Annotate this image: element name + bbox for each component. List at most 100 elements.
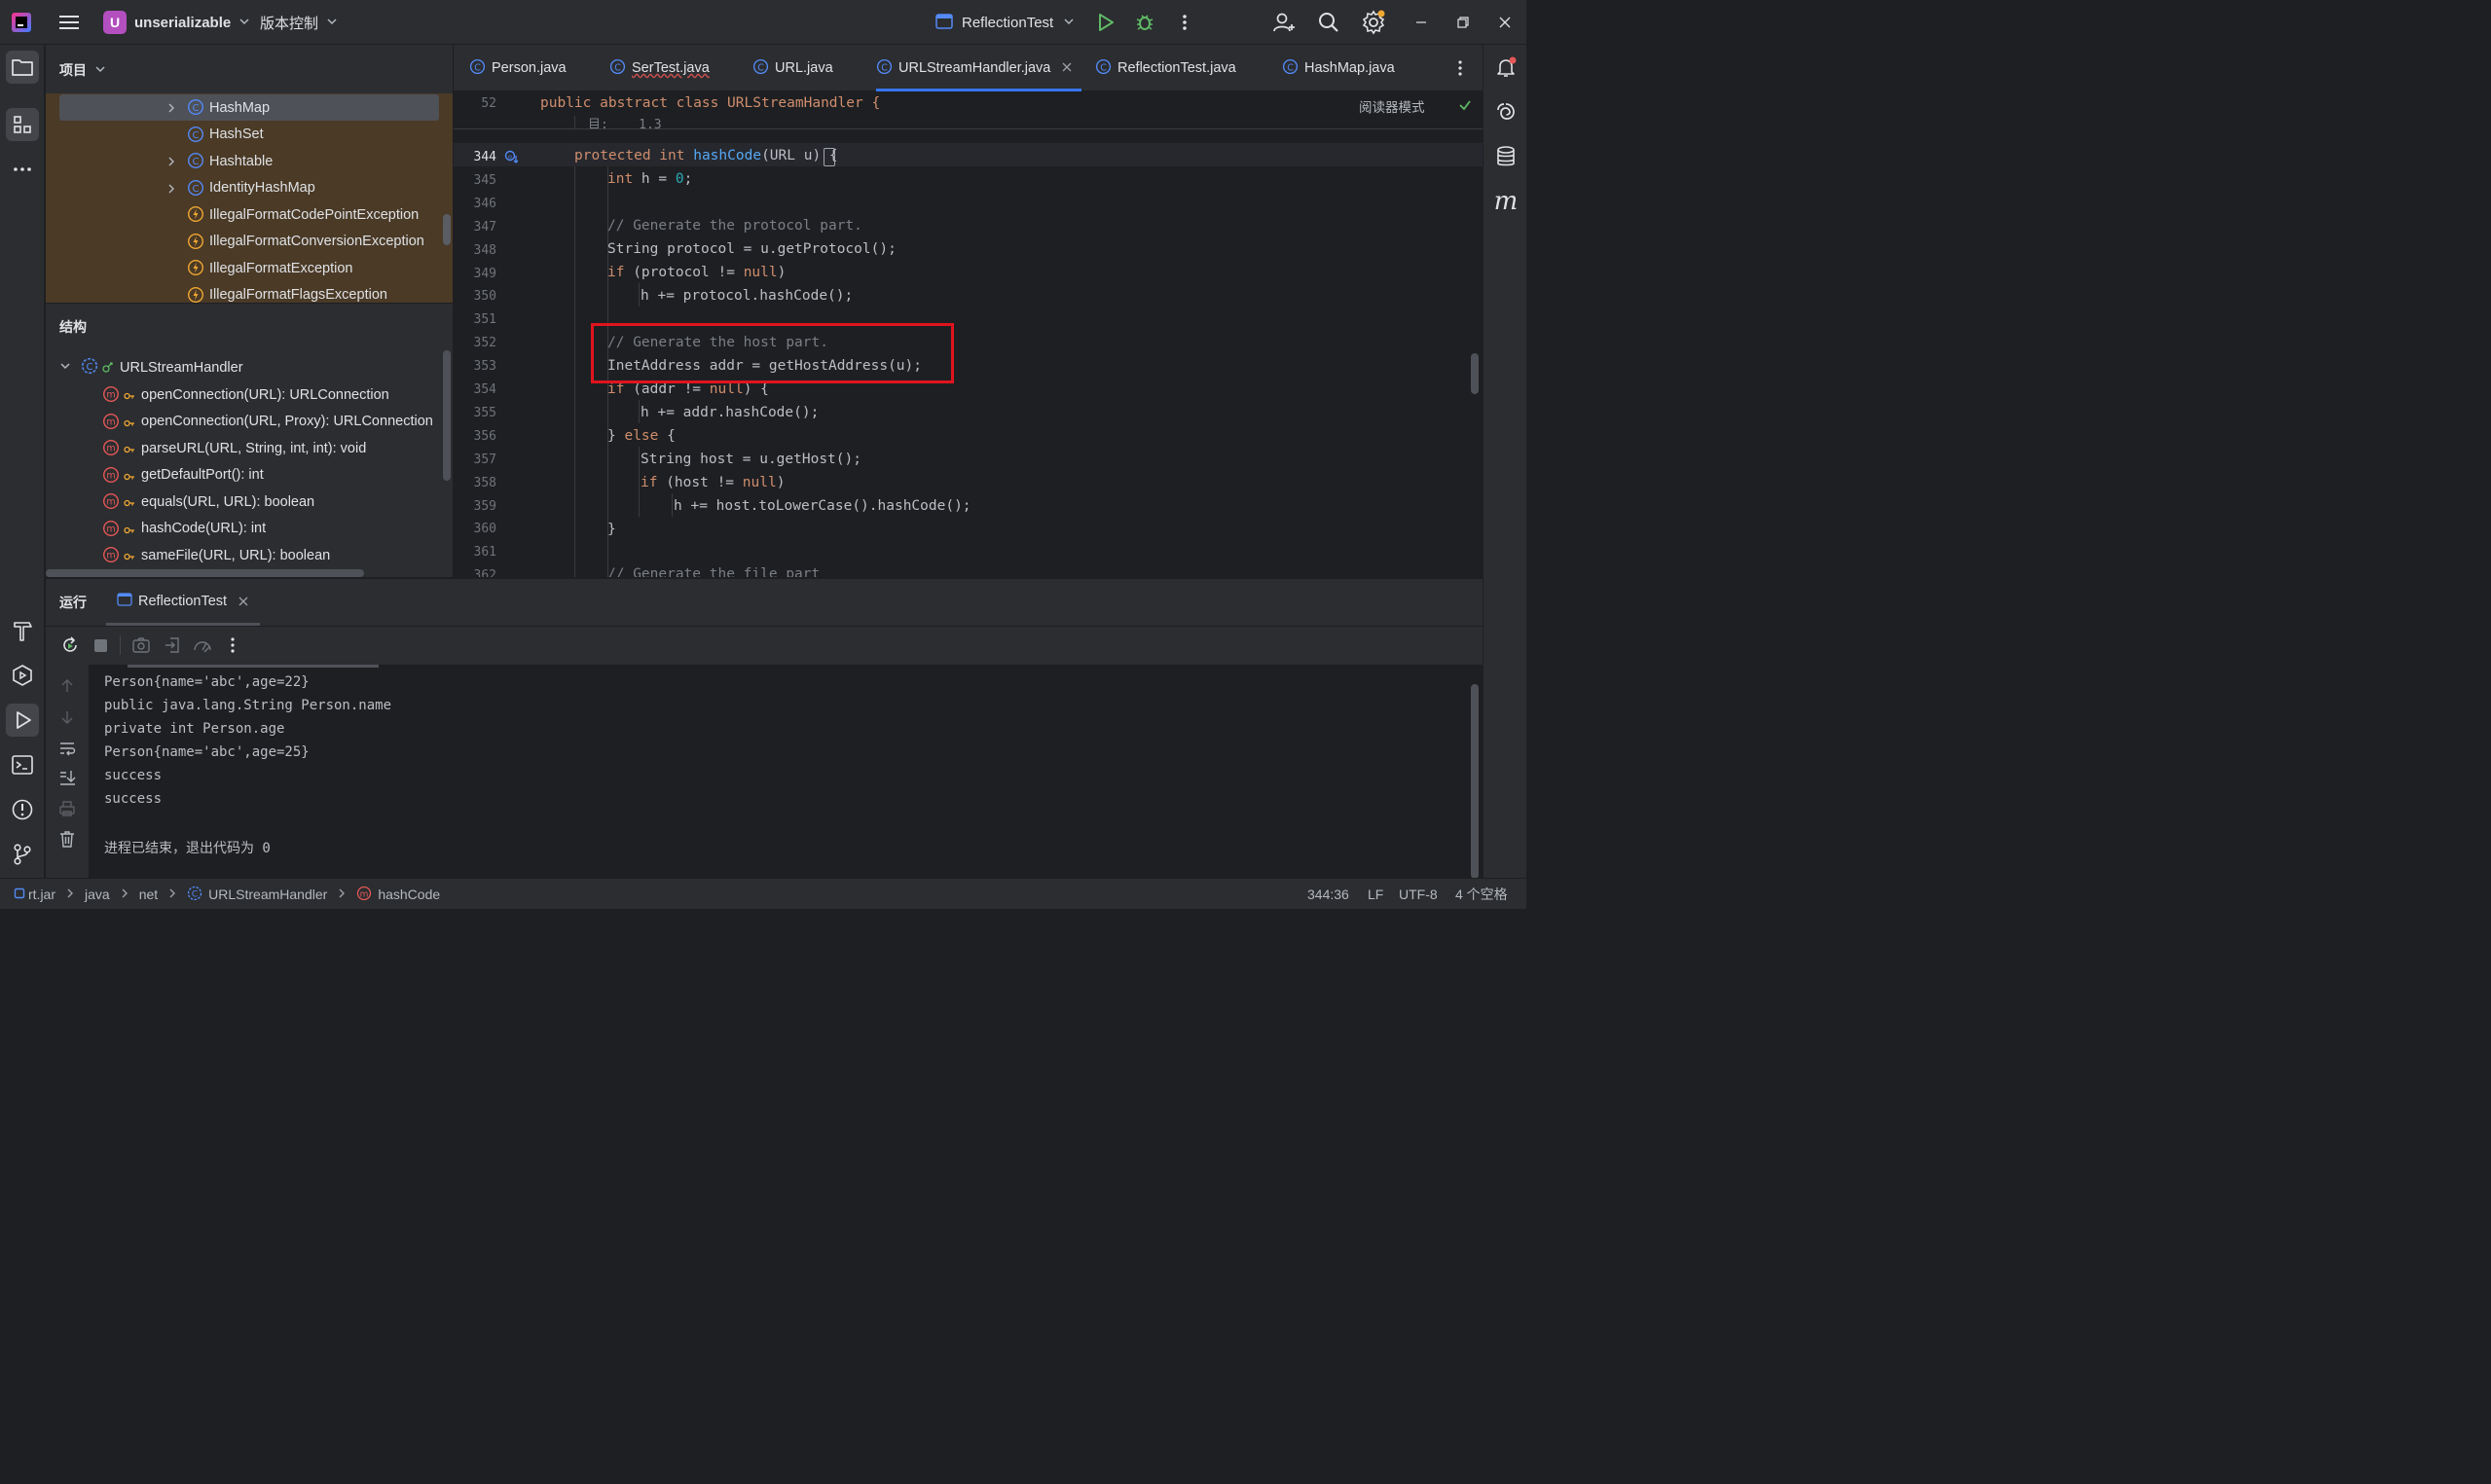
editor-tab[interactable]: C URL.java [752,45,869,91]
rerun-icon[interactable] [60,635,80,658]
run-button[interactable] [1094,0,1116,45]
editor-tab[interactable]: C SerTest.java [609,45,746,91]
scroll-down-icon[interactable] [57,707,77,730]
indent-guide [639,283,640,307]
project-tree-item[interactable]: IllegalFormatException [46,255,453,281]
debug-button[interactable] [1134,0,1155,45]
structure-member[interactable]: m openConnection(URL, Proxy): URLConnecti… [46,409,453,435]
svg-text:C: C [87,362,93,373]
breadcrumb-item[interactable]: URLStreamHandler [208,887,327,902]
services-icon[interactable] [6,659,39,692]
exit-icon[interactable] [163,635,182,658]
line-number: 359 [473,498,496,514]
code-token: { [658,428,676,444]
console-hscrollbar[interactable] [128,665,379,668]
coverage-icon[interactable] [192,635,213,658]
ai-assistant-icon[interactable] [1489,95,1522,128]
console-scrollbar[interactable] [1471,684,1479,879]
chevron-right-icon[interactable] [167,156,175,171]
structure-member[interactable]: m getDefaultPort(): int [46,462,453,489]
search-icon[interactable] [1317,0,1340,45]
close-window-icon[interactable] [1497,0,1513,45]
svg-text:C: C [193,157,200,167]
code-editor[interactable]: 52 public abstract class URLStreamHandle… [454,92,1483,577]
structure-root[interactable]: C URLStreamHandler [46,354,453,380]
project-tree-item[interactable]: IllegalFormatCodePointException [46,201,453,228]
more-actions-icon[interactable] [1175,0,1194,45]
editor-tab[interactable]: C URLStreamHandler.java [876,45,1081,91]
main-menu-icon[interactable] [56,0,82,45]
caret-position[interactable]: 344:36 [1307,879,1349,910]
more-actions-icon[interactable] [223,635,242,658]
notifications-bell-icon[interactable] [1489,51,1522,84]
structure-tool-button[interactable] [6,108,39,141]
override-method-icon[interactable]: o [504,149,520,167]
restore-window-icon[interactable] [1455,0,1471,45]
editor-tab[interactable]: C ReflectionTest.java [1095,45,1270,91]
project-tree-item[interactable]: C Hashtable [46,148,453,174]
exception-class-icon [187,205,204,227]
indent-setting[interactable]: 4 个空格 [1455,879,1508,910]
more-tools-icon[interactable] [6,153,39,186]
title-bar: U unserializable 版本控制 ReflectionTest [0,0,1526,45]
app-logo-icon[interactable] [10,0,33,45]
project-tree-item[interactable]: IllegalFormatConversionException [46,229,453,255]
project-tree-item[interactable]: C HashSet [46,122,453,148]
git-branch-icon[interactable] [6,838,39,871]
breadcrumb-item[interactable]: rt.jar [28,887,55,902]
scroll-to-end-icon[interactable] [57,768,77,790]
print-icon[interactable] [57,799,77,821]
terminal-icon[interactable] [6,748,39,781]
inspection-ok-icon[interactable] [1458,98,1472,115]
breadcrumb-item[interactable]: java [85,887,110,902]
line-separator[interactable]: LF [1368,879,1383,910]
project-tool-button[interactable] [6,51,39,84]
build-hammer-icon[interactable] [6,614,39,647]
structure-member[interactable]: m sameFile(URL, URL): boolean [46,542,453,568]
structure-member[interactable]: m equals(URL, URL): boolean [46,489,453,515]
project-selector[interactable]: U unserializable [103,0,250,45]
stop-icon[interactable] [94,639,107,652]
run-tab[interactable]: ReflectionTest [106,579,260,626]
structure-member[interactable]: m openConnection(URL): URLConnection [46,381,453,408]
run-config-selector[interactable]: ReflectionTest [934,0,1075,45]
tab-options-icon[interactable] [1450,58,1470,81]
problems-icon[interactable] [6,793,39,826]
structure-member[interactable]: m hashCode(URL): int [46,516,453,542]
minimize-window-icon[interactable] [1413,0,1429,45]
project-scrollbar[interactable] [443,214,451,245]
settings-gear-icon[interactable] [1361,0,1386,45]
editor-scrollbar[interactable] [1471,353,1479,394]
structure-member[interactable]: m parseURL(URL, String, int, int): void [46,435,453,461]
close-tab-icon[interactable] [238,594,248,609]
structure-scrollbar[interactable] [443,350,451,481]
reader-mode-toggle[interactable]: 阅读器模式 [1359,96,1425,116]
database-icon[interactable] [1489,140,1522,173]
project-panel-header[interactable]: 项目 [59,51,106,90]
line-number: 355 [473,405,496,420]
structure-hscrollbar[interactable] [46,569,364,577]
run-tool-button[interactable] [6,704,39,737]
vcs-menu[interactable]: 版本控制 [260,0,338,45]
camera-icon[interactable] [131,635,151,658]
run-panel-divider [46,626,1483,627]
scroll-up-icon[interactable] [57,676,77,699]
console-output[interactable]: Person{name='abc',age=22} public java.lan… [89,665,1483,879]
close-tab-icon[interactable] [1062,60,1072,76]
project-tree-item[interactable]: C HashMap [59,94,439,121]
project-tree-item[interactable]: C IdentityHashMap [46,175,453,201]
class-icon: C [187,152,204,173]
breadcrumb-item[interactable]: net [139,887,158,902]
editor-tab[interactable]: C HashMap.java [1282,45,1428,91]
chevron-right-icon[interactable] [167,183,175,199]
add-user-icon[interactable] [1272,0,1296,45]
breadcrumb-item[interactable]: hashCode [378,887,440,902]
chevron-right-icon[interactable] [167,102,175,118]
trash-icon[interactable] [57,829,77,851]
soft-wrap-icon[interactable] [57,739,77,761]
file-encoding[interactable]: UTF-8 [1399,879,1438,910]
editor-tab[interactable]: C Person.java [469,45,600,91]
maven-icon[interactable]: m [1489,185,1522,218]
project-tree-item[interactable]: IllegalFormatFlagsException [46,282,453,303]
code-token: else [624,428,659,444]
